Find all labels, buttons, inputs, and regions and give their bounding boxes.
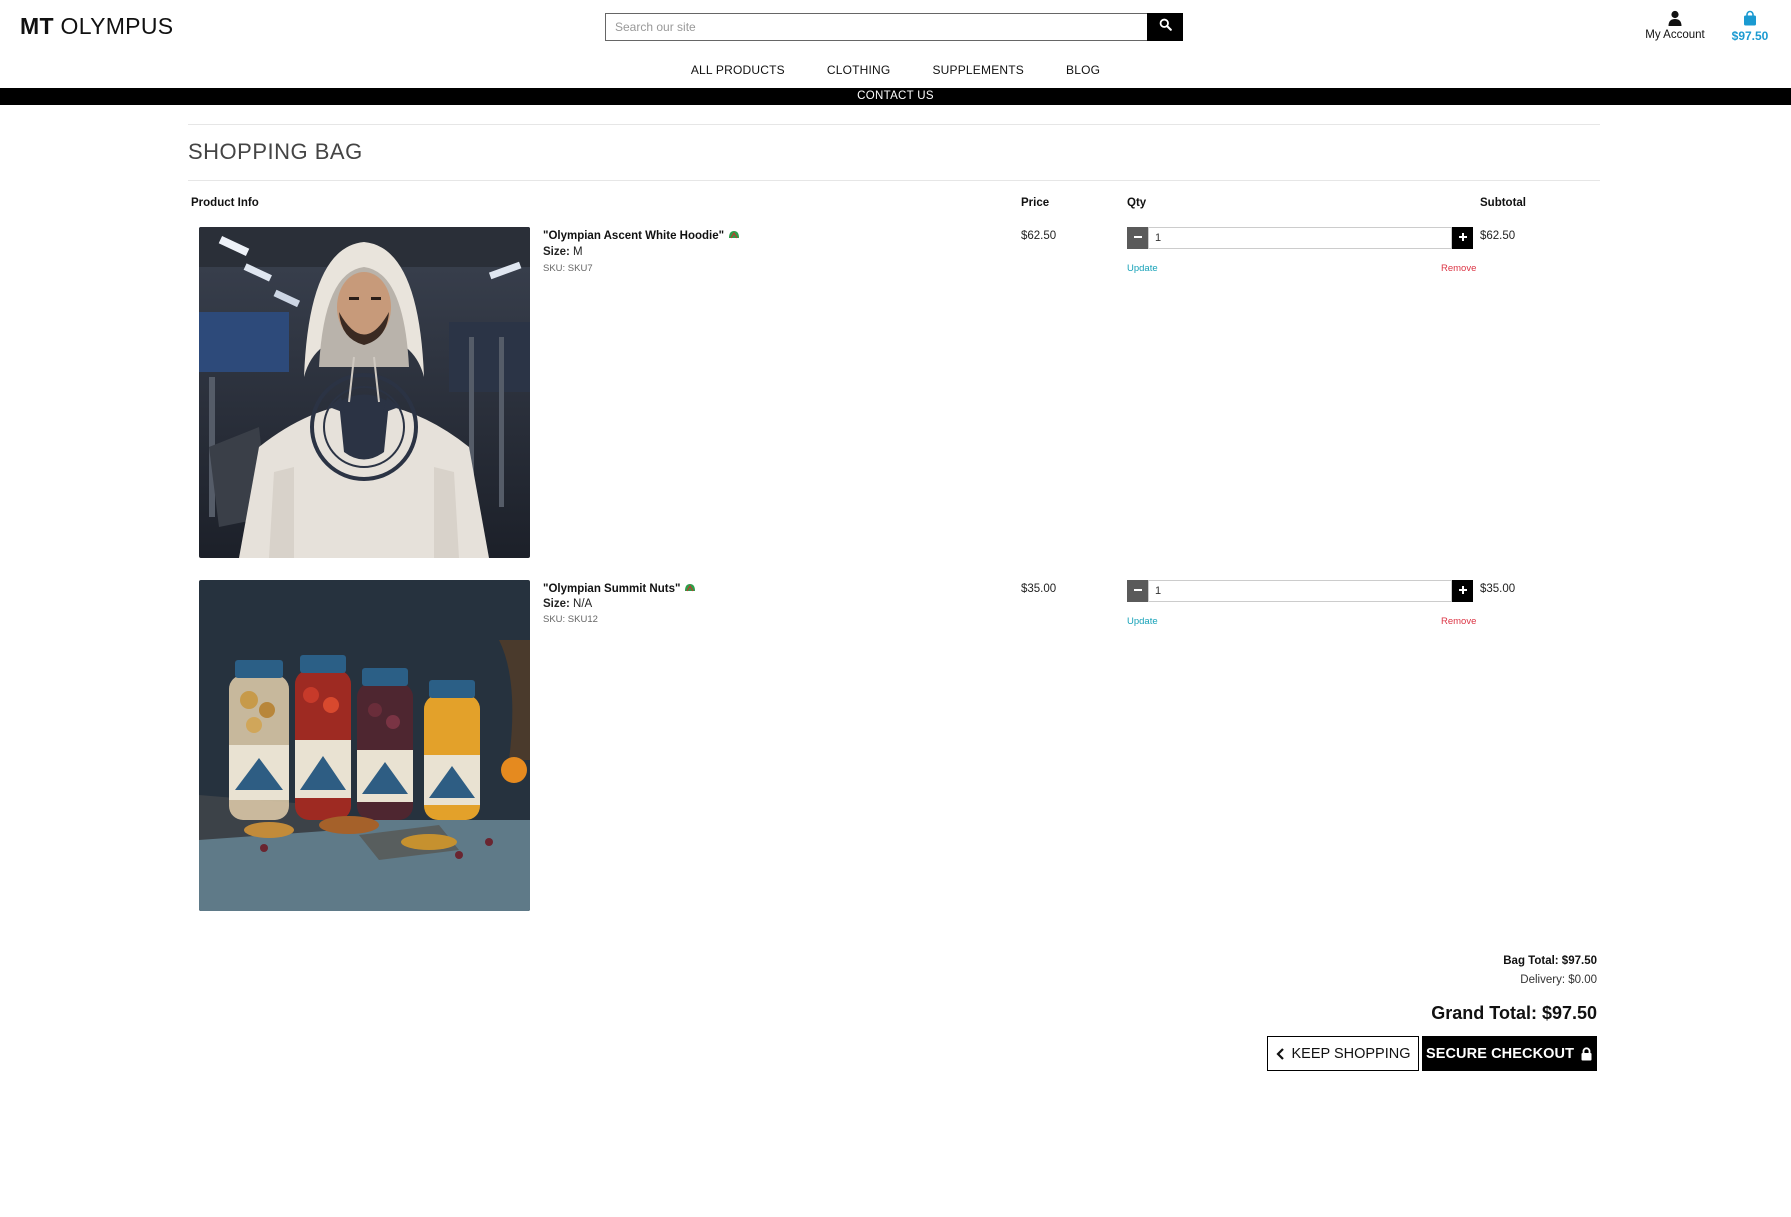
- logo-text: OLYMPUS: [53, 13, 174, 39]
- minus-icon: [1133, 229, 1143, 247]
- increment-button[interactable]: [1452, 227, 1473, 249]
- quantity-stepper: [1127, 580, 1473, 602]
- delivery-cost: Delivery: $0.00: [1520, 974, 1597, 986]
- bag-total: Bag Total: $97.50: [1503, 955, 1597, 967]
- nuts-jars-product-photo[interactable]: [199, 580, 530, 911]
- page-title: SHOPPING BAG: [188, 139, 363, 164]
- product-price: $35.00: [1021, 583, 1057, 595]
- nav-item-clothing[interactable]: CLOTHING: [827, 63, 891, 77]
- column-header-subtotal: Subtotal: [1480, 197, 1526, 209]
- user-icon: [1635, 10, 1715, 26]
- bag-total-amount: $97.50: [1731, 29, 1769, 43]
- column-header-product: Product Info: [191, 197, 259, 209]
- lock-icon: [1580, 1046, 1593, 1061]
- product-subtotal: $62.50: [1480, 230, 1516, 242]
- increment-button[interactable]: [1452, 580, 1473, 602]
- grand-total: Grand Total: $97.50: [1431, 1003, 1597, 1023]
- product-sku: SKU: SKU12: [543, 614, 598, 625]
- nav-item-blog[interactable]: BLOG: [1066, 63, 1100, 77]
- size-value: N/A: [573, 598, 593, 610]
- update-link[interactable]: Update: [1127, 263, 1158, 274]
- size-label: Size:: [543, 598, 570, 610]
- hoodie-product-photo[interactable]: [199, 227, 530, 558]
- secure-checkout-button[interactable]: SECURE CHECKOUT: [1422, 1036, 1597, 1071]
- product-name[interactable]: "Olympian Ascent White Hoodie": [543, 230, 740, 242]
- remove-link[interactable]: Remove: [1441, 263, 1476, 274]
- product-size: Size: N/A: [543, 598, 592, 610]
- column-header-price: Price: [1021, 197, 1050, 209]
- product-subtotal: $35.00: [1480, 583, 1516, 595]
- shopping-bag-icon: [1725, 10, 1775, 26]
- plus-icon: [1458, 582, 1468, 600]
- quantity-stepper: [1127, 227, 1473, 249]
- keep-shopping-label: KEEP SHOPPING: [1291, 1045, 1411, 1062]
- nav-item-supplements[interactable]: SUPPLEMENTS: [932, 63, 1024, 77]
- divider-title: [188, 180, 1600, 181]
- search-button[interactable]: [1147, 13, 1183, 41]
- bag-item-row: "Olympian Summit Nuts" Size: N/A SKU: SK…: [0, 580, 1791, 920]
- my-account-label: My Account: [1645, 29, 1705, 41]
- shopping-bag-link[interactable]: $97.50: [1725, 10, 1775, 43]
- bag-item-row: "Olympian Ascent White Hoodie" Size: M S…: [0, 227, 1791, 567]
- remove-link[interactable]: Remove: [1441, 616, 1476, 627]
- keep-shopping-button[interactable]: KEEP SHOPPING: [1267, 1036, 1419, 1071]
- decrement-button[interactable]: [1127, 227, 1148, 249]
- my-account-link[interactable]: My Account: [1635, 10, 1715, 41]
- column-header-qty: Qty: [1127, 197, 1147, 209]
- vegan-leaf-icon: [684, 583, 696, 595]
- site-logo[interactable]: MT OLYMPUS: [20, 13, 173, 40]
- divider-top: [188, 124, 1600, 125]
- quantity-input[interactable]: [1148, 580, 1452, 602]
- search-form: [605, 13, 1183, 41]
- nav-item-all-products[interactable]: ALL PRODUCTS: [691, 63, 785, 77]
- vegan-leaf-icon: [728, 230, 740, 242]
- secure-checkout-label: SECURE CHECKOUT: [1425, 1045, 1575, 1062]
- quantity-input[interactable]: [1148, 227, 1452, 249]
- search-input[interactable]: [605, 13, 1147, 41]
- contact-us-link[interactable]: CONTACT US: [0, 88, 1791, 105]
- product-price: $62.50: [1021, 230, 1057, 242]
- update-link[interactable]: Update: [1127, 616, 1158, 627]
- search-icon: [1159, 18, 1172, 36]
- product-name-text: "Olympian Ascent White Hoodie": [543, 230, 725, 243]
- minus-icon: [1133, 582, 1143, 600]
- plus-icon: [1458, 229, 1468, 247]
- product-name-text: "Olympian Summit Nuts": [543, 583, 681, 596]
- product-sku: SKU: SKU7: [543, 263, 593, 274]
- logo-bold-text: MT: [20, 13, 54, 39]
- decrement-button[interactable]: [1127, 580, 1148, 602]
- product-size: Size: M: [543, 246, 583, 258]
- chevron-left-icon: [1275, 1047, 1285, 1060]
- main-nav: ALL PRODUCTS CLOTHING SUPPLEMENTS BLOG: [0, 61, 1791, 79]
- product-name[interactable]: "Olympian Summit Nuts": [543, 583, 696, 595]
- size-label: Size:: [543, 246, 570, 258]
- size-value: M: [573, 246, 583, 258]
